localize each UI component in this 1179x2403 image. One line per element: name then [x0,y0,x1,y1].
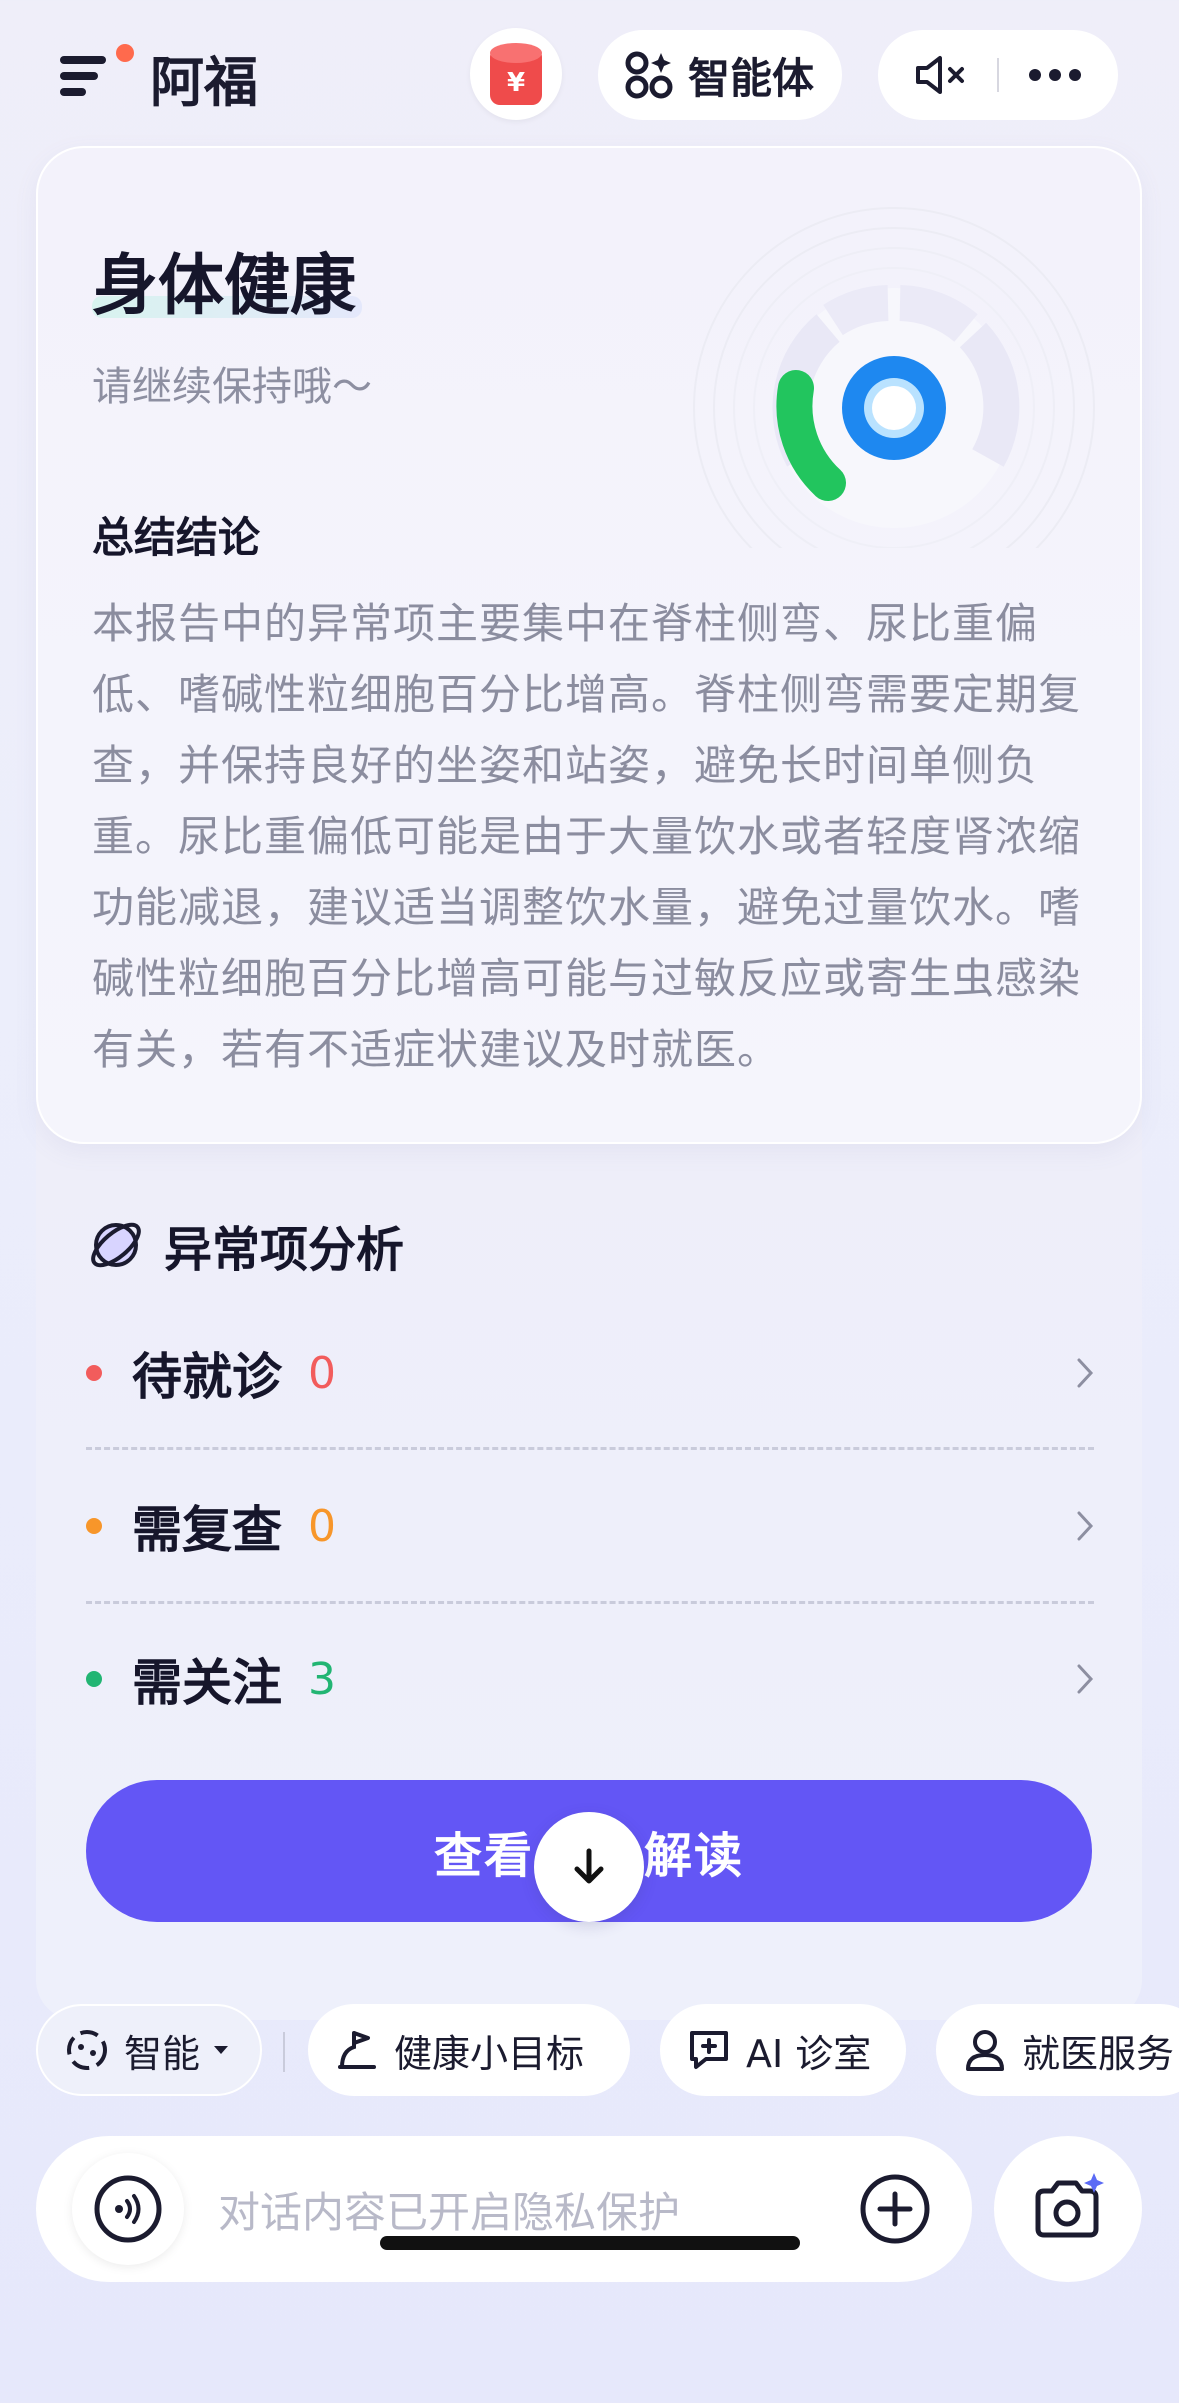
camera-icon [1035,2173,1104,2238]
item-label: 需复查 [132,1501,282,1559]
app-title: 阿福 [150,51,258,114]
chat-input[interactable]: 对话内容已开启隐私保护 [218,2179,858,2240]
camera-button[interactable] [994,2136,1142,2282]
smart-mode-icon [67,2030,107,2070]
health-goal-icon [338,2031,376,2069]
item-count: 3 [308,1653,336,1705]
agent-label: 智能体 [688,53,815,103]
toolbar-pill [878,30,1118,120]
summary-text: 本报告中的异常项主要集中在脊柱侧弯、尿比重偏低、嗜碱性粒细胞百分比增高。脊柱侧弯… [92,599,1082,1074]
home-indicator [380,2236,800,2250]
notification-dot [116,44,134,62]
health-report-card: 身体健康 请继续保持哦～ 总结结论 本报告中的异常项主要集中在脊柱侧弯、尿比重偏… [36,146,1142,1144]
svg-text:¥: ¥ [507,68,525,98]
more-icon[interactable] [1028,68,1082,82]
voice-icon [94,2175,162,2243]
analysis-header: 异常项分析 [86,1210,404,1280]
item-label: 待就诊 [132,1348,282,1406]
report-title: 身体健康 [92,247,356,324]
ai-clinic-label: AI 诊室 [746,2031,872,2076]
red-packet-icon: ¥ [490,43,542,105]
abnormal-item-attention[interactable]: 需关注 3 [86,1624,1094,1734]
mode-label: 智能 [124,2031,201,2076]
dropdown-arrow-icon [214,2046,229,2054]
item-label: 需关注 [132,1654,282,1712]
chevron-right-icon [1077,1511,1094,1541]
chevron-right-icon [1077,1664,1094,1694]
report-subtitle: 请继续保持哦～ [92,364,372,410]
item-count: 0 [308,1347,336,1399]
add-icon[interactable] [858,2172,932,2246]
agent-button[interactable]: 智能体 [598,30,842,120]
abnormal-item-recheck[interactable]: 需复查 0 [86,1471,1094,1581]
voice-button[interactable] [72,2153,184,2265]
arrow-down-icon [574,1848,604,1884]
row-divider [86,1601,1094,1604]
button-label-right: 解读 [644,1828,745,1884]
agent-icon [625,51,673,99]
red-packet-button[interactable]: ¥ [470,28,562,120]
scroll-down-button[interactable] [534,1812,644,1922]
doctor-icon [966,2030,1004,2071]
abnormal-item-pending[interactable]: 待就诊 0 [86,1318,1094,1428]
toolbar-divider [997,58,999,92]
summary-heading: 总结结论 [92,513,261,562]
status-dot [86,1365,102,1381]
status-dot [86,1671,102,1687]
chevron-right-icon [1077,1358,1094,1388]
menu-button[interactable] [54,44,144,104]
medical-service-chip[interactable]: 就医服务 [936,2004,1179,2096]
health-goal-label: 健康小目标 [394,2031,585,2076]
chip-divider [283,2032,285,2072]
ai-clinic-icon [690,2031,728,2069]
status-dot [86,1518,102,1534]
mode-selector[interactable]: 智能 [36,2004,262,2096]
button-label-left: 查看 [433,1828,534,1884]
health-gauge-icon [693,207,1095,548]
analysis-title: 异常项分析 [164,1222,405,1278]
health-goal-chip[interactable]: 健康小目标 [308,2004,630,2096]
analysis-icon [91,1222,141,1268]
mute-icon[interactable] [914,53,968,97]
item-count: 0 [308,1500,336,1552]
ai-clinic-chip[interactable]: AI 诊室 [660,2004,906,2096]
chat-input-bar: 对话内容已开启隐私保护 [36,2136,972,2282]
row-divider [86,1447,1094,1450]
medical-service-label: 就医服务 [1022,2031,1175,2076]
